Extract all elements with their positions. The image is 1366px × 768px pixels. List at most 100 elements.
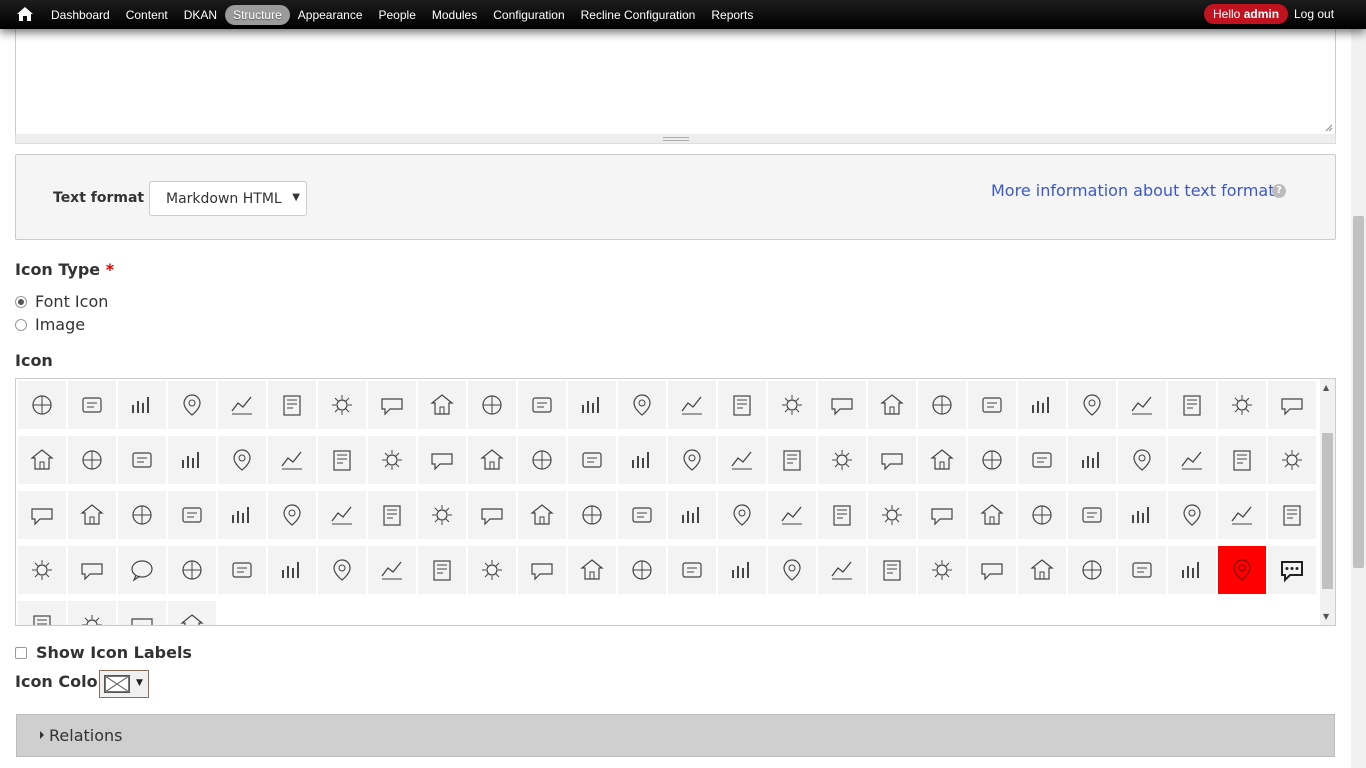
icon-option-money-wallet-icon[interactable] [968, 491, 1016, 539]
icon-option-postage-stamp-icon[interactable] [918, 491, 966, 539]
relations-fieldset[interactable]: Relations [16, 714, 1335, 757]
icon-option-airplane-icon[interactable] [1168, 381, 1216, 429]
icon-option-ambulance-icon[interactable] [18, 491, 66, 539]
icon-option-cloud-sun-rain-icon[interactable] [18, 381, 66, 429]
icon-option-faucet-icon[interactable] [318, 436, 366, 484]
icon-option-taxi-icon[interactable] [618, 436, 666, 484]
icon-option-stopwatch-icon[interactable] [618, 546, 666, 594]
icon-option-solar-tree-icon[interactable] [218, 436, 266, 484]
icon-option-speech-bubble-icon[interactable] [118, 546, 166, 594]
radio-font-icon-label[interactable]: Font Icon [35, 292, 108, 311]
toolbar-menu-structure[interactable]: Structure [225, 4, 290, 25]
icon-option-link-icon[interactable] [18, 601, 66, 625]
icon-option-money-stack-icon[interactable] [418, 381, 466, 429]
icon-option-tooth-icon[interactable] [68, 491, 116, 539]
icon-option-paper-roll-icon[interactable] [1268, 436, 1316, 484]
icon-option-hospital-icon[interactable] [168, 491, 216, 539]
toolbar-menu-modules[interactable]: Modules [424, 5, 485, 25]
icon-option-weightlifting-icon[interactable] [518, 436, 566, 484]
radio-font-icon[interactable] [15, 296, 27, 308]
hello-user-badge[interactable]: Hello admin [1204, 4, 1289, 24]
icon-option-apple-icon[interactable] [418, 491, 466, 539]
icon-option-tram-icon[interactable] [818, 436, 866, 484]
icon-option-battery-icon[interactable] [668, 436, 716, 484]
icon-option-city-buildings-icon[interactable] [968, 381, 1016, 429]
toolbar-menu-people[interactable]: People [371, 5, 424, 25]
icon-picker-scrollbar[interactable]: ▲ ▼ [1320, 379, 1335, 625]
question-circle-icon[interactable]: ? [1272, 184, 1286, 198]
icon-option-first-aid-kit-icon[interactable] [218, 491, 266, 539]
icon-option-piggy-bank-icon[interactable] [518, 381, 566, 429]
icon-picker-scroll-thumb[interactable] [1322, 433, 1333, 589]
icon-option-office-building-icon[interactable] [918, 381, 966, 429]
text-format-select[interactable]: Markdown HTML ▼ [149, 181, 307, 216]
icon-option-office-chair-icon[interactable] [968, 436, 1016, 484]
icon-option-sliders-panel-icon[interactable] [518, 546, 566, 594]
body-textarea[interactable] [15, 26, 1336, 135]
icon-option-apple-scale-icon[interactable] [1018, 546, 1066, 594]
icon-option-dumbbell-icon[interactable] [468, 436, 516, 484]
icon-option-bus-front-icon[interactable] [818, 546, 866, 594]
icon-option-umbrella-icon[interactable] [68, 381, 116, 429]
icon-option-hexagons-icon[interactable] [68, 436, 116, 484]
icon-option-equalizer-icon[interactable] [568, 546, 616, 594]
icon-option-house-icon[interactable] [1018, 381, 1066, 429]
icon-option-clipboard-cross-icon[interactable] [918, 436, 966, 484]
show-icon-labels-checkbox[interactable] [15, 647, 27, 659]
relations-label[interactable]: Relations [49, 726, 122, 745]
icon-option-bar-chart-down-icon[interactable] [118, 601, 166, 625]
icon-option-hand-coin-icon[interactable] [468, 381, 516, 429]
icon-option-tools-icon[interactable] [1068, 436, 1116, 484]
show-icon-labels-label[interactable]: Show Icon Labels [36, 643, 192, 662]
scroll-up-arrow-icon[interactable]: ▲ [1323, 383, 1329, 392]
icon-option-briefcase-dollar-icon[interactable] [118, 381, 166, 429]
toolbar-menu-recline-configuration[interactable]: Recline Configuration [573, 5, 704, 25]
icon-option-head-heart-icon[interactable] [1068, 491, 1116, 539]
icon-option-documents-icon[interactable] [718, 491, 766, 539]
icon-option-document-stamp-icon[interactable] [868, 491, 916, 539]
icon-option-stethoscope-icon[interactable] [968, 546, 1016, 594]
icon-option-water-drop-icon[interactable] [268, 436, 316, 484]
toolbar-menu-dashboard[interactable]: Dashboard [43, 5, 118, 25]
page-scrollbar[interactable] [1351, 0, 1366, 768]
icon-option-bar-chart-circles-icon[interactable] [218, 381, 266, 429]
icon-option-police-hat-icon[interactable] [868, 546, 916, 594]
icon-option-document-blank-icon[interactable] [68, 601, 116, 625]
icon-option-bank-building-icon[interactable] [868, 381, 916, 429]
icon-option-family-icon[interactable] [1218, 491, 1266, 539]
scroll-down-arrow-icon[interactable]: ▼ [1323, 612, 1329, 621]
home-icon[interactable] [14, 5, 36, 23]
icon-option-gauge-icon[interactable] [468, 546, 516, 594]
resize-corner-icon[interactable] [1325, 124, 1333, 132]
icon-option-fountain-icon[interactable] [1118, 381, 1166, 429]
icon-option-balloon-icon[interactable] [518, 491, 566, 539]
icon-option-teacher-icon[interactable] [1268, 491, 1316, 539]
icon-option-document-share-icon[interactable] [818, 491, 866, 539]
icon-option-chat-bubble-icon[interactable] [168, 546, 216, 594]
toolbar-menu-configuration[interactable]: Configuration [485, 5, 572, 25]
more-info-text-formats-link[interactable]: More information about text formats [991, 181, 1283, 200]
icon-option-cube-icon[interactable] [1168, 546, 1216, 594]
icon-option-houses-icon[interactable] [1068, 381, 1116, 429]
icon-option-burger-icon[interactable] [468, 491, 516, 539]
icon-option-hand-care-icon[interactable] [618, 491, 666, 539]
icon-option-team-meeting-icon[interactable] [1168, 491, 1216, 539]
icon-color-picker[interactable]: ▼ [99, 670, 149, 698]
textarea-resize-grip[interactable] [15, 134, 1336, 144]
icon-option-presentation-chart-icon[interactable] [1118, 546, 1166, 594]
toolbar-menu-reports[interactable]: Reports [703, 5, 761, 25]
icon-option-pinwheel-icon[interactable] [368, 436, 416, 484]
icon-option-head-barcode-icon[interactable] [1018, 491, 1066, 539]
icon-option-gears-icon[interactable] [268, 546, 316, 594]
icon-option-gears-alt-icon[interactable] [318, 546, 366, 594]
icon-option-wallet-icon[interactable] [568, 381, 616, 429]
icon-option-document-text-icon[interactable] [168, 601, 216, 625]
icon-option-monitor-pulse-icon[interactable] [268, 491, 316, 539]
icon-option-bar-chart-icon[interactable] [168, 381, 216, 429]
icon-option-tree-icon[interactable] [18, 436, 66, 484]
icon-option-bar-chart-growth-icon[interactable] [268, 381, 316, 429]
icon-option-map-icon[interactable] [768, 381, 816, 429]
icon-option-speedometer-icon[interactable] [718, 436, 766, 484]
icon-option-lightning-icon[interactable] [718, 546, 766, 594]
toolbar-menu-appearance[interactable]: Appearance [290, 5, 371, 25]
